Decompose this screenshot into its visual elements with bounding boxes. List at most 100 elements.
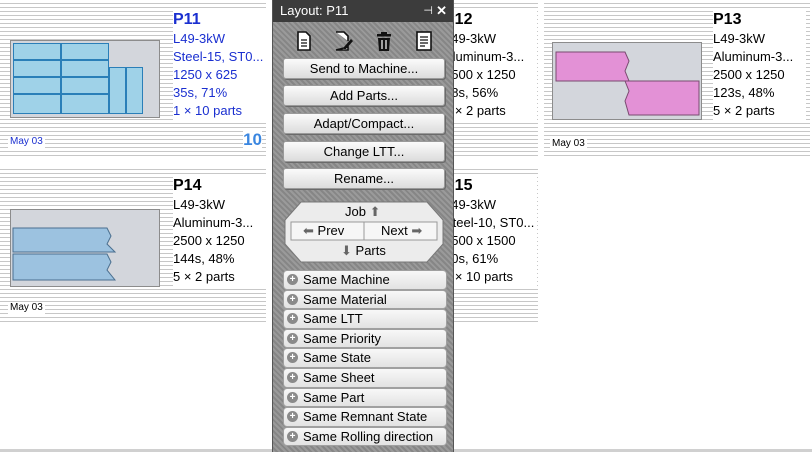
part-count: 1 × 10 parts [173,103,243,118]
time-utilization: 30s, 61% [444,251,499,266]
document-edit-icon[interactable] [332,30,354,52]
part-shape [13,60,61,77]
layout-title: P14 [173,177,202,194]
time-utilization: 68s, 56% [444,85,499,100]
part-shape [61,60,109,77]
layout-date: May 03 [8,302,45,314]
part-shape [624,80,700,116]
nav-parts-label: Parts [355,243,386,258]
adapt-compact-button[interactable]: Adapt/Compact... [283,113,445,134]
layout-info: P15 L49-3kW Steel-10, ST0... 2500 x 1500… [444,176,537,286]
material-name: Aluminum-3... [444,49,525,64]
filter-label: Same Material [303,291,387,307]
layout-thumbnail [552,42,702,120]
layout-title: P12 [444,11,473,28]
filter-same-part[interactable]: + Same Part [283,387,447,408]
part-shape [12,227,117,253]
layout-card-p13[interactable]: P13 L49-3kW Aluminum-3... 2500 x 1250 12… [544,0,810,158]
nav-parts[interactable]: ⬇ Parts [341,243,386,259]
layout-panel: Layout: P11 ⊣ ✕ Send to Machine... Add P… [272,0,454,452]
machine-name: L49-3kW [173,197,226,212]
filter-same-ltt[interactable]: + Same LTT [283,309,447,329]
filter-label: Same LTT [303,311,363,327]
sheet-size: 2500 x 1500 [444,233,516,248]
layout-date: May 03 [8,136,45,148]
trash-icon[interactable] [373,30,395,52]
layout-card-p11[interactable]: P11 L49-3kW Steel-15, ST0... 1250 x 625 … [0,0,266,158]
filter-same-machine[interactable]: + Same Machine [283,270,447,290]
send-to-machine-button[interactable]: Send to Machine... [283,58,445,79]
plus-icon: + [287,332,298,344]
part-shape [13,43,61,60]
plus-icon: + [287,371,298,383]
part-shape [126,67,143,114]
sheet-size: 2500 x 1250 [713,67,785,82]
arrow-down-icon: ⬇ [341,243,352,258]
part-shape [13,77,61,94]
filter-label: Same Priority [303,330,382,346]
nav-job[interactable]: Job ⬆ [345,204,381,220]
machine-name: L49-3kW [444,197,497,212]
panel-toolbar [283,26,445,54]
part-shape [555,51,630,82]
filter-same-state[interactable]: + Same State [283,348,447,368]
material-name: Aluminum-3... [713,49,794,64]
nav-prev[interactable]: ⬅ Prev [303,223,344,239]
filter-same-rolling-direction[interactable]: + Same Rolling direction [283,426,447,447]
sheet-size: 2500 x 1250 [173,233,245,248]
nav-next-label: Next [381,223,408,238]
nav-next[interactable]: Next ➡ [381,223,422,239]
nav-job-label: Job [345,204,366,219]
layout-svg [12,227,117,281]
panel-titlebar[interactable]: Layout: P11 ⊣ ✕ [273,0,453,22]
layout-date: May 03 [550,138,587,150]
filter-same-remnant-state[interactable]: + Same Remnant State [283,407,447,427]
layout-info: P14 L49-3kW Aluminum-3... 2500 x 1250 14… [173,176,266,286]
material-name: Aluminum-3... [173,215,254,230]
layout-svg [555,51,700,116]
sheet-size: 1250 x 625 [173,67,238,82]
filter-same-sheet[interactable]: + Same Sheet [283,367,447,388]
filter-label: Same Part [303,389,365,405]
machine-name: L49-3kW [173,31,226,46]
part-count: 1 × 10 parts [444,269,514,284]
machine-name: L49-3kW [444,31,497,46]
time-utilization: 144s, 48% [173,251,235,266]
layout-info: P11 L49-3kW Steel-15, ST0... 1250 x 625 … [173,10,266,120]
add-parts-button[interactable]: Add Parts... [283,85,445,106]
layout-card-p14[interactable]: P14 L49-3kW Aluminum-3... 2500 x 1250 14… [0,166,266,324]
filter-label: Same Sheet [303,369,375,385]
part-shape [61,94,109,114]
layout-title: P15 [444,177,473,194]
material-name: Steel-15, ST0... [173,49,264,64]
part-count: 5 × 2 parts [173,269,235,284]
plus-icon: + [287,313,298,325]
filter-same-priority[interactable]: + Same Priority [283,328,447,349]
filter-label: Same State [303,350,371,366]
part-count: 5 × 2 parts [444,103,506,118]
part-shape [61,43,109,60]
rename-button[interactable]: Rename... [283,168,445,189]
sheet-size: 2500 x 1250 [444,67,516,82]
layout-title: P11 [173,11,201,28]
material-name: Steel-10, ST0... [444,215,535,230]
report-icon[interactable] [413,30,435,52]
part-shape [12,253,117,281]
plus-icon: + [287,274,298,285]
part-shape [109,67,126,114]
filter-label: Same Machine [303,272,390,287]
filter-same-material[interactable]: + Same Material [283,289,447,310]
close-icon[interactable]: ✕ [436,0,447,22]
arrow-right-icon: ➡ [411,223,423,238]
layout-info: P13 L49-3kW Aluminum-3... 2500 x 1250 12… [713,10,806,120]
pin-icon[interactable]: ⊣ [423,0,433,22]
time-utilization: 35s, 71% [173,85,228,100]
change-ltt-button[interactable]: Change LTT... [283,141,445,162]
document-icon[interactable] [293,30,315,52]
layout-thumbnail [10,40,160,118]
plus-icon: + [287,293,298,305]
layout-thumbnail [10,209,160,287]
navigation-pad: Job ⬆ ⬅ Prev Next ➡ ⬇ Parts [281,200,447,264]
time-utilization: 123s, 48% [713,85,775,100]
nav-prev-label: Prev [317,223,345,238]
